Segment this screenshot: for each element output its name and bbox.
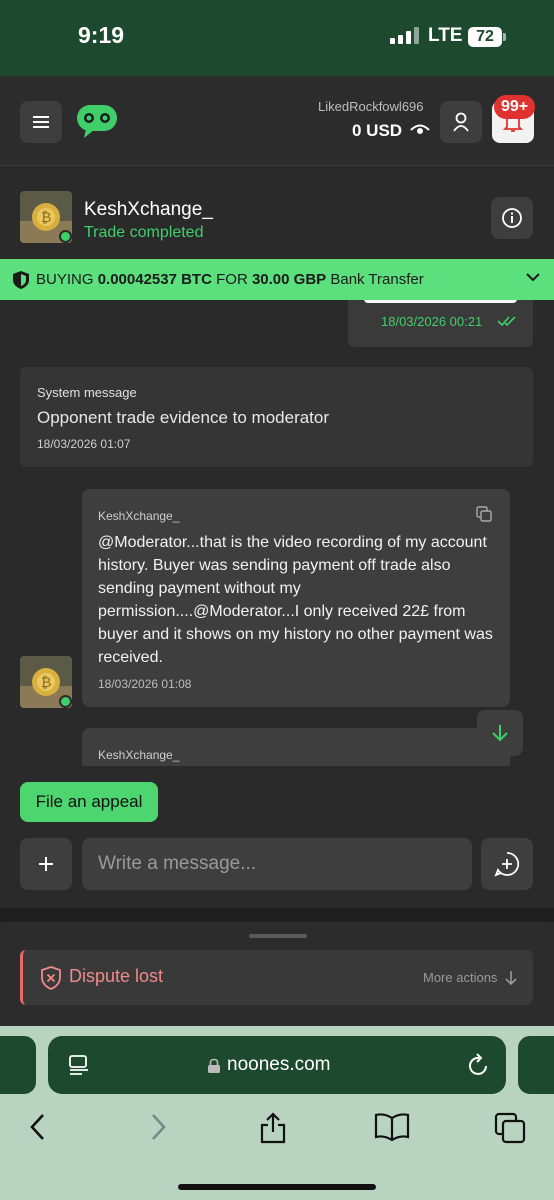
system-message-label: System message	[37, 385, 137, 400]
reader-mode-icon[interactable]	[68, 1054, 90, 1076]
file-appeal-button[interactable]: File an appeal	[20, 782, 158, 822]
chevron-down-icon[interactable]	[525, 272, 541, 282]
user-icon	[453, 112, 469, 132]
payment-method: Bank Transfer	[330, 271, 424, 288]
double-check-icon	[497, 316, 516, 327]
notification-badge: 99+	[494, 95, 536, 119]
message-sender: KeshXchange_	[98, 748, 180, 762]
back-icon[interactable]	[28, 1112, 48, 1142]
url-text[interactable]: noones.com	[227, 1054, 331, 1076]
plus-icon	[39, 857, 53, 871]
reload-icon[interactable]	[468, 1053, 490, 1077]
crypto-amount: 0.00042537 BTC	[97, 271, 212, 288]
online-indicator	[59, 695, 72, 708]
info-icon	[502, 208, 522, 228]
app-logo[interactable]	[76, 104, 118, 140]
counterparty-name[interactable]: KeshXchange_	[84, 199, 213, 221]
network-type: LTE	[428, 25, 463, 46]
signal-icon	[390, 27, 419, 44]
message-time: 18/03/2026 01:08	[98, 677, 192, 691]
message-text: @Moderator...that is the video recording…	[98, 534, 493, 666]
trade-info-button[interactable]	[491, 197, 533, 239]
battery-tip	[503, 33, 506, 41]
quick-reply-button[interactable]	[481, 838, 533, 890]
chat-area[interactable]: 18/03/2026 00:21 System message Opponent…	[0, 300, 554, 766]
hamburger-icon	[33, 116, 49, 128]
for-word: FOR	[216, 271, 248, 288]
trade-summary-banner[interactable]: BUYING 0.00042537 BTC FOR 30.00 GBP Bank…	[0, 259, 554, 300]
trade-action: BUYING	[36, 271, 94, 288]
username: LikedRockfowl696	[318, 99, 424, 114]
eye-icon[interactable]	[410, 123, 430, 137]
forward-icon[interactable]	[148, 1112, 168, 1142]
previous-tab[interactable]	[0, 1036, 36, 1094]
scroll-to-bottom-button[interactable]	[477, 710, 523, 756]
tabs-icon[interactable]	[494, 1112, 526, 1144]
wallet-balance: 0 USD	[352, 121, 403, 140]
trade-status: Trade completed	[84, 224, 204, 241]
chat-plus-icon	[494, 852, 520, 877]
shield-icon	[13, 270, 29, 289]
next-tab[interactable]	[518, 1036, 554, 1094]
arrow-down-icon[interactable]	[504, 970, 518, 986]
clock: 9:19	[78, 22, 125, 48]
system-message-time: 18/03/2026 01:07	[37, 437, 131, 451]
message-time: 18/03/2026 00:21	[381, 314, 483, 329]
dispute-status: Dispute lost	[69, 966, 164, 986]
lock-icon	[208, 1058, 220, 1073]
profile-button[interactable]	[440, 101, 482, 143]
system-message-text: Opponent trade evidence to moderator	[37, 408, 330, 427]
home-indicator[interactable]	[178, 1184, 376, 1190]
attach-button[interactable]	[20, 838, 72, 890]
online-indicator	[59, 230, 72, 243]
svg-text:₿: ₿	[41, 210, 51, 226]
arrow-down-icon	[492, 725, 508, 742]
dispute-shield-icon	[41, 966, 61, 990]
copy-icon[interactable]	[476, 506, 492, 522]
more-actions-button[interactable]: More actions	[423, 970, 497, 985]
menu-button[interactable]	[20, 101, 62, 143]
sheet-grabber[interactable]	[249, 934, 307, 938]
previous-message-attachment[interactable]	[364, 300, 517, 303]
share-icon[interactable]	[259, 1112, 287, 1144]
svg-text:₿: ₿	[41, 675, 51, 691]
bookmarks-icon[interactable]	[374, 1112, 410, 1142]
chat-divider	[0, 908, 554, 922]
message-sender: KeshXchange_	[98, 509, 180, 523]
message-input[interactable]	[82, 838, 472, 890]
battery-icon: 72	[468, 27, 502, 47]
fiat-amount: 30.00 GBP	[251, 271, 327, 288]
